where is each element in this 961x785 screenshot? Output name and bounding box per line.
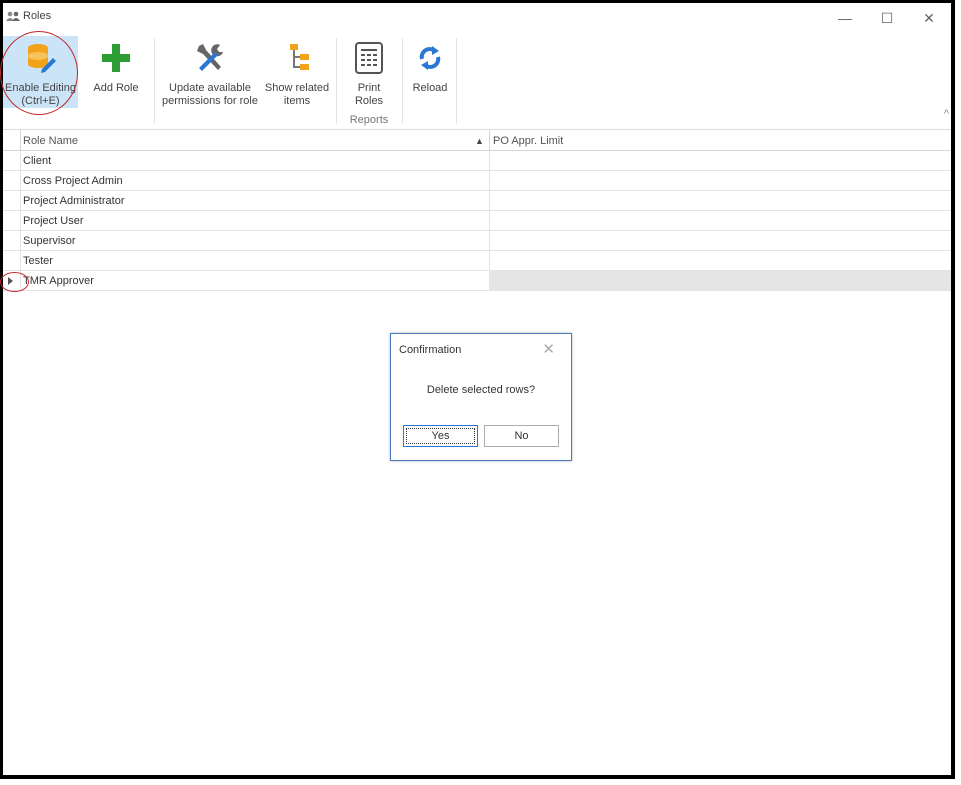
row-indicator[interactable] — [3, 211, 21, 231]
row-indicator[interactable] — [3, 191, 21, 211]
role-name-cell[interactable]: Tester — [23, 255, 53, 267]
column-header-po-appr-limit[interactable]: PO Appr. Limit — [493, 135, 563, 147]
row-indicator[interactable] — [3, 151, 21, 171]
table-row[interactable]: Tester — [3, 251, 951, 271]
show-related-label-2: items — [283, 95, 311, 107]
plus-icon — [102, 44, 130, 72]
reload-label: Reload — [412, 82, 448, 94]
close-window-button[interactable]: ✕ — [908, 5, 950, 31]
table-row-selected[interactable]: TMR Approver — [3, 271, 951, 291]
enable-editing-label: Enable Editing — [5, 82, 76, 94]
no-button[interactable]: No — [484, 425, 559, 447]
show-related-label-1: Show related — [264, 82, 330, 94]
confirmation-dialog: Confirmation ✕ Delete selected rows? Yes… — [390, 333, 572, 461]
ribbon-separator — [456, 38, 457, 124]
row-indicator-header — [3, 130, 21, 150]
yes-button[interactable]: Yes — [403, 425, 478, 447]
database-edit-icon — [27, 44, 56, 73]
row-indicator[interactable] — [3, 251, 21, 271]
row-indicator[interactable] — [3, 231, 21, 251]
role-name-cell[interactable]: Client — [23, 155, 51, 167]
dialog-title: Confirmation — [399, 344, 462, 356]
table-row[interactable]: Supervisor — [3, 231, 951, 251]
add-role-label: Add Role — [93, 82, 139, 94]
row-indicator[interactable] — [3, 171, 21, 191]
role-name-cell[interactable]: Project Administrator — [23, 195, 124, 207]
add-role-button[interactable]: Add Role — [87, 36, 145, 108]
update-permissions-label-2: permissions for role — [162, 95, 258, 107]
reports-group-label: Reports — [349, 114, 389, 126]
print-roles-label-2: Roles — [354, 95, 384, 107]
current-row-arrow-icon — [8, 277, 13, 285]
dialog-close-icon[interactable]: ✕ — [542, 340, 555, 358]
ribbon-separator — [402, 38, 403, 124]
tools-icon — [197, 44, 223, 71]
print-roles-label-1: Print — [357, 82, 381, 94]
reload-button[interactable]: Reload — [405, 36, 455, 108]
column-header-role-name[interactable]: Role Name — [23, 135, 78, 147]
focus-rectangle — [406, 428, 475, 444]
reload-icon — [419, 46, 441, 70]
ribbon-separator — [154, 38, 155, 124]
roles-window: Roles — ☐ ✕ Enable Editing (Ctrl+E) Add … — [0, 0, 955, 779]
ribbon: Enable Editing (Ctrl+E) Add Role Update — [3, 32, 951, 130]
po-limit-cell[interactable] — [489, 211, 951, 230]
po-limit-cell[interactable] — [489, 191, 951, 210]
enable-editing-shortcut: (Ctrl+E) — [21, 95, 60, 107]
sort-ascending-icon: ▲ — [475, 136, 484, 146]
po-limit-cell[interactable] — [489, 251, 951, 270]
table-row[interactable]: Client — [3, 151, 951, 171]
show-related-items-button[interactable]: Show related items — [261, 36, 333, 108]
po-limit-cell[interactable] — [489, 151, 951, 170]
column-divider[interactable] — [489, 130, 490, 150]
role-name-cell[interactable]: Project User — [23, 215, 84, 227]
window-title: Roles — [23, 10, 52, 22]
row-indicator[interactable] — [3, 271, 21, 291]
users-icon — [6, 11, 20, 21]
minimize-button[interactable]: — — [824, 5, 866, 31]
role-name-cell[interactable]: Cross Project Admin — [23, 175, 123, 187]
update-permissions-button[interactable]: Update available permissions for role — [160, 36, 260, 108]
role-name-cell[interactable]: TMR Approver — [23, 275, 94, 287]
title-bar: Roles — ☐ ✕ — [3, 3, 951, 31]
table-row[interactable]: Project Administrator — [3, 191, 951, 211]
tree-icon — [290, 44, 309, 70]
print-icon — [355, 42, 383, 74]
update-permissions-label-1: Update available — [169, 82, 251, 94]
po-limit-cell[interactable] — [489, 171, 951, 190]
grid-header: Role Name ▲ PO Appr. Limit — [3, 130, 951, 151]
po-limit-cell[interactable] — [489, 271, 951, 290]
table-row[interactable]: Project User — [3, 211, 951, 231]
maximize-button[interactable]: ☐ — [866, 5, 908, 31]
print-roles-button[interactable]: Print Roles — [343, 36, 395, 108]
role-name-cell[interactable]: Supervisor — [23, 235, 76, 247]
dialog-message: Delete selected rows? — [426, 384, 536, 396]
po-limit-cell[interactable] — [489, 231, 951, 250]
ribbon-collapse-button[interactable]: ^ — [944, 108, 949, 120]
table-row[interactable]: Cross Project Admin — [3, 171, 951, 191]
ribbon-separator — [336, 38, 337, 124]
enable-editing-button[interactable]: Enable Editing (Ctrl+E) — [3, 36, 78, 108]
